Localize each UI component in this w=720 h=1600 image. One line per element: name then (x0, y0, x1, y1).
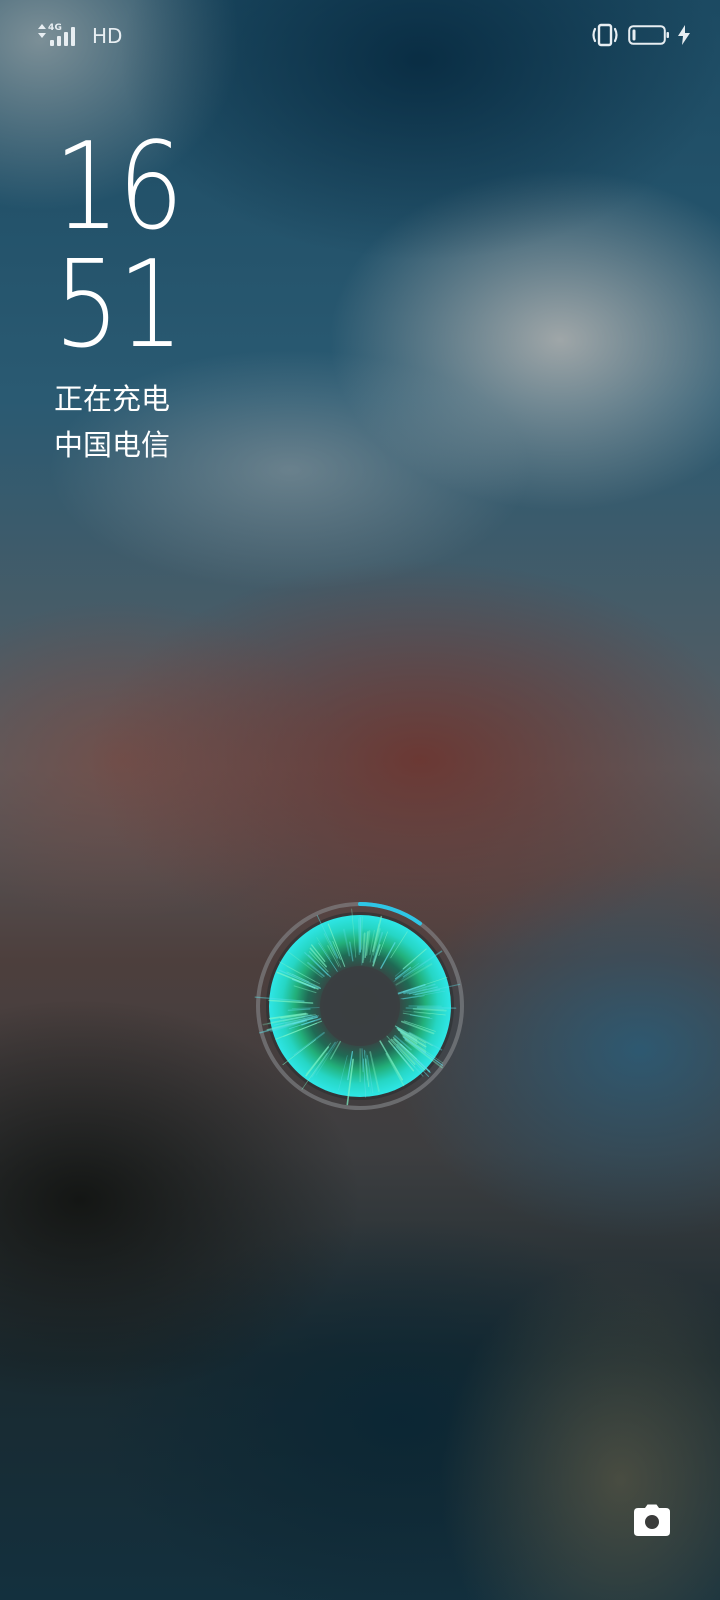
signal-bars-icon (50, 27, 75, 46)
charging-ray (358, 918, 360, 955)
cellular-signal: 4G (48, 23, 78, 48)
camera-shortcut-button[interactable] (630, 1498, 674, 1542)
charging-status-text: 正在充电 (54, 382, 171, 416)
status-bar-left: 4G HD (38, 22, 122, 48)
status-bar-right (590, 22, 690, 48)
battery-icon (628, 24, 670, 46)
charging-ray (416, 1006, 457, 1010)
data-arrows-icon (38, 24, 46, 38)
vibrate-icon (590, 23, 620, 47)
charging-bolt-icon (678, 25, 690, 45)
charging-indicator (254, 900, 466, 1112)
clock-hour: 16 (54, 118, 184, 257)
camera-icon (634, 1504, 670, 1536)
hd-voice-label: HD (92, 24, 123, 48)
status-bar: 4G HD (0, 0, 720, 72)
clock-minute: 51 (54, 236, 184, 375)
lock-screen: 4G HD 16 51 正在充电 中国电信 (0, 0, 720, 1600)
carrier-name: 中国电信 (54, 428, 171, 462)
